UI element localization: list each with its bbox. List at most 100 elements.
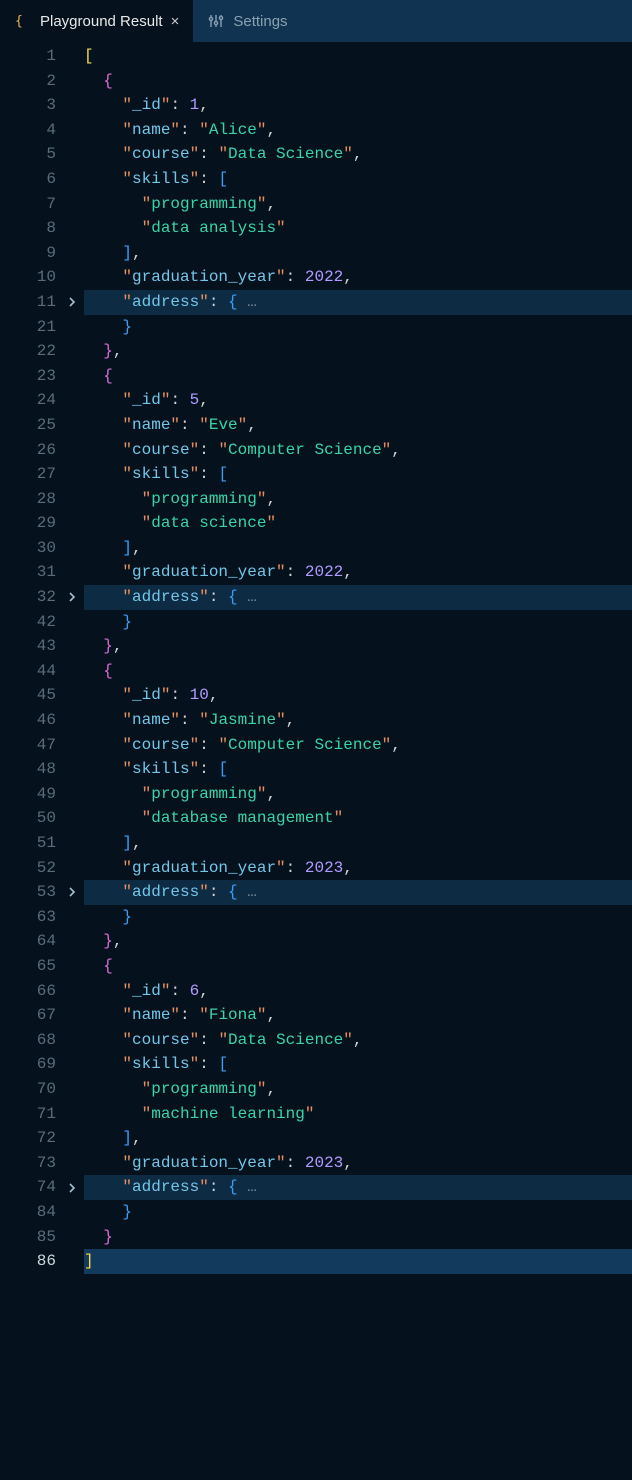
fold-spacer: [60, 856, 84, 881]
code-line[interactable]: "graduation_year": 2023,: [84, 1151, 632, 1176]
line-number: 70: [0, 1077, 60, 1102]
code-line[interactable]: "programming",: [84, 782, 632, 807]
code-line[interactable]: }: [84, 1225, 632, 1250]
token-br-b: [: [218, 1055, 228, 1073]
code-line[interactable]: {: [84, 954, 632, 979]
token-key: _id: [132, 686, 161, 704]
code-line[interactable]: "data analysis": [84, 216, 632, 241]
code-line[interactable]: "programming",: [84, 1077, 632, 1102]
token-pn: ,: [266, 1080, 276, 1098]
code-line[interactable]: },: [84, 929, 632, 954]
code-line[interactable]: "database management": [84, 806, 632, 831]
token-qt: ": [170, 1006, 180, 1024]
code-line[interactable]: "course": "Computer Science",: [84, 438, 632, 463]
code-line[interactable]: "name": "Fiona",: [84, 1003, 632, 1028]
fold-spacer: [60, 733, 84, 758]
code-line[interactable]: {: [84, 364, 632, 389]
code-line[interactable]: {: [84, 659, 632, 684]
code-line[interactable]: "_id": 1,: [84, 93, 632, 118]
code-line[interactable]: "address": { …: [84, 585, 632, 610]
token-ell: …: [238, 588, 257, 606]
code-line[interactable]: ],: [84, 831, 632, 856]
code-line[interactable]: "address": { …: [84, 290, 632, 315]
code-line[interactable]: ],: [84, 536, 632, 561]
token-br-m: }: [103, 342, 113, 360]
code-line[interactable]: "skills": [: [84, 1052, 632, 1077]
code-line[interactable]: }: [84, 1200, 632, 1225]
token-br-b: }: [122, 1203, 132, 1221]
line-number: 6: [0, 167, 60, 192]
token-str: programming: [151, 490, 257, 508]
token-qt: ": [142, 1105, 152, 1123]
token-str: programming: [151, 785, 257, 803]
code-line[interactable]: ],: [84, 1126, 632, 1151]
tab-settings[interactable]: Settings: [193, 0, 301, 42]
token-qt: ": [199, 883, 209, 901]
code-line[interactable]: "skills": [: [84, 167, 632, 192]
code-line[interactable]: "course": "Data Science",: [84, 1028, 632, 1053]
code-line[interactable]: "_id": 10,: [84, 683, 632, 708]
code-line[interactable]: "name": "Jasmine",: [84, 708, 632, 733]
code-line[interactable]: }: [84, 610, 632, 635]
fold-chevron-icon[interactable]: [60, 290, 84, 315]
fold-chevron-icon[interactable]: [60, 880, 84, 905]
code-line[interactable]: "skills": [: [84, 462, 632, 487]
line-number: 49: [0, 782, 60, 807]
close-icon[interactable]: ×: [171, 13, 180, 30]
code-line[interactable]: "graduation_year": 2022,: [84, 560, 632, 585]
token-key: address: [132, 293, 199, 311]
token-qt: ": [122, 686, 132, 704]
token-pn: :: [180, 1006, 199, 1024]
code-line[interactable]: ],: [84, 241, 632, 266]
token-qt: ": [199, 1006, 209, 1024]
token-br-m: }: [103, 932, 113, 950]
token-num: 5: [190, 391, 200, 409]
code-line[interactable]: }: [84, 905, 632, 930]
code-line[interactable]: "machine learning": [84, 1102, 632, 1127]
code-line[interactable]: "address": { …: [84, 880, 632, 905]
line-number: 4: [0, 118, 60, 143]
code-line[interactable]: "name": "Alice",: [84, 118, 632, 143]
code-line[interactable]: "address": { …: [84, 1175, 632, 1200]
code-line[interactable]: "data science": [84, 511, 632, 536]
fold-spacer: [60, 659, 84, 684]
token-str: Fiona: [209, 1006, 257, 1024]
code-line[interactable]: "_id": 6,: [84, 979, 632, 1004]
code-line[interactable]: "skills": [: [84, 757, 632, 782]
code-line[interactable]: "programming",: [84, 487, 632, 512]
code-line[interactable]: "programming",: [84, 192, 632, 217]
line-number: 65: [0, 954, 60, 979]
tab-playground-result[interactable]: { } Playground Result ×: [0, 0, 193, 42]
code-line[interactable]: ]: [84, 1249, 632, 1274]
token-qt: ": [161, 391, 171, 409]
line-number: 9: [0, 241, 60, 266]
token-pn: ,: [132, 1129, 142, 1147]
code-line[interactable]: [: [84, 44, 632, 69]
code-line[interactable]: "course": "Computer Science",: [84, 733, 632, 758]
token-qt: ": [199, 588, 209, 606]
code-line[interactable]: "graduation_year": 2022,: [84, 265, 632, 290]
fold-spacer: [60, 315, 84, 340]
code-line[interactable]: "course": "Data Science",: [84, 142, 632, 167]
code-line[interactable]: },: [84, 634, 632, 659]
fold-chevron-icon[interactable]: [60, 585, 84, 610]
fold-spacer: [60, 806, 84, 831]
token-key: skills: [132, 465, 190, 483]
token-pn: :: [199, 736, 218, 754]
token-br-b: {: [228, 588, 238, 606]
editor[interactable]: 1234567891011212223242526272829303132424…: [0, 42, 632, 1480]
line-number: 8: [0, 216, 60, 241]
code-line[interactable]: "graduation_year": 2023,: [84, 856, 632, 881]
token-pn: :: [199, 1031, 218, 1049]
code-line[interactable]: "_id": 5,: [84, 388, 632, 413]
code-line[interactable]: }: [84, 315, 632, 340]
token-qt: ": [122, 170, 132, 188]
token-qt: ": [305, 1105, 315, 1123]
code-line[interactable]: {: [84, 69, 632, 94]
token-qt: ": [190, 760, 200, 778]
code-content[interactable]: [ { "_id": 1, "name": "Alice", "course":…: [84, 42, 632, 1480]
token-qt: ": [257, 490, 267, 508]
code-line[interactable]: "name": "Eve",: [84, 413, 632, 438]
code-line[interactable]: },: [84, 339, 632, 364]
fold-chevron-icon[interactable]: [60, 1175, 84, 1200]
